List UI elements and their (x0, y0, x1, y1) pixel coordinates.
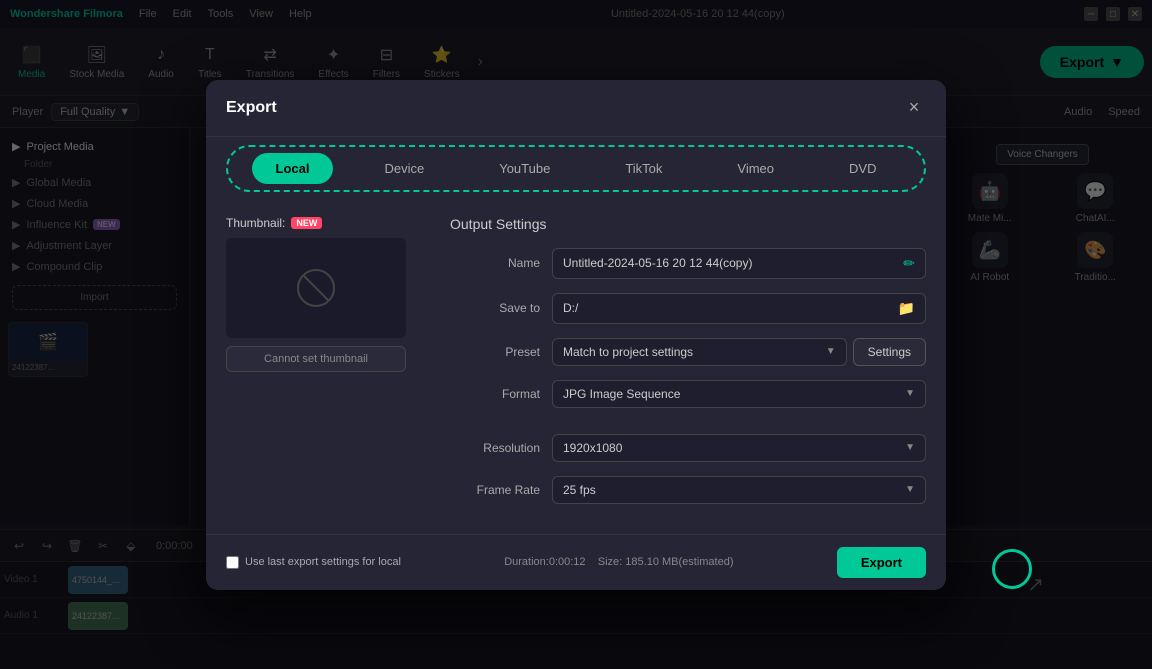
frame-rate-dropdown[interactable]: 25 fps ▼ (552, 476, 926, 504)
export-dialog-button[interactable]: Export (837, 547, 926, 578)
dialog-tabs-container: Local Device YouTube TikTok Vimeo DVD (206, 137, 946, 200)
save-to-label: Save to (450, 301, 540, 315)
resolution-label: Resolution (450, 441, 540, 455)
no-thumbnail-icon (296, 268, 336, 308)
name-label: Name (450, 256, 540, 270)
tab-local[interactable]: Local (252, 153, 334, 184)
preset-value: Match to project settings (563, 345, 693, 359)
preset-chevron-icon: ▼ (826, 346, 836, 357)
footer-info: Duration:0:00:12 Size: 185.10 MB(estimat… (504, 556, 733, 568)
checkbox-label-text: Use last export settings for local (245, 556, 401, 568)
cursor-arrow-icon: ↗ (1027, 572, 1044, 597)
tab-tiktok[interactable]: TikTok (601, 153, 686, 184)
set-thumbnail-button[interactable]: Cannot set thumbnail (226, 346, 406, 372)
resolution-value: 1920x1080 (563, 441, 622, 455)
name-value: Untitled-2024-05-16 20 12 44(copy) (563, 256, 752, 270)
resolution-chevron-icon: ▼ (905, 442, 915, 453)
name-row: Name Untitled-2024-05-16 20 12 44(copy) … (450, 248, 926, 279)
tab-dvd[interactable]: DVD (825, 153, 900, 184)
tab-vimeo[interactable]: Vimeo (713, 153, 798, 184)
use-last-settings-checkbox[interactable] (226, 556, 239, 569)
format-row: Format JPG Image Sequence ▼ (450, 380, 926, 408)
frame-rate-label: Frame Rate (450, 483, 540, 497)
dialog-title: Export (226, 99, 277, 117)
format-value: JPG Image Sequence (563, 387, 680, 401)
frame-rate-row: Frame Rate 25 fps ▼ (450, 476, 926, 504)
dialog-header: Export × (206, 80, 946, 137)
save-to-value: D:/ (563, 301, 578, 315)
dialog-body: Thumbnail: NEW Cannot set thumbnail Outp… (206, 200, 946, 534)
preset-row: Preset Match to project settings ▼ Setti… (450, 338, 926, 366)
dialog-tabs: Local Device YouTube TikTok Vimeo DVD (226, 145, 926, 192)
thumbnail-preview (226, 238, 406, 338)
dialog-footer: Use last export settings for local Durat… (206, 534, 946, 590)
resolution-row: Resolution 1920x1080 ▼ (450, 434, 926, 462)
use-last-settings-checkbox-label[interactable]: Use last export settings for local (226, 556, 401, 569)
export-dialog: Export × Local Device YouTube TikTok Vim… (206, 80, 946, 590)
frame-rate-chevron-icon: ▼ (905, 484, 915, 495)
thumbnail-section: Thumbnail: NEW Cannot set thumbnail (226, 216, 426, 518)
footer-left: Use last export settings for local (226, 556, 401, 569)
cursor-hint (992, 549, 1032, 589)
save-to-input[interactable]: D:/ 📁 (552, 293, 926, 324)
preset-dropdown[interactable]: Match to project settings ▼ (552, 338, 847, 366)
resolution-dropdown[interactable]: 1920x1080 ▼ (552, 434, 926, 462)
name-input[interactable]: Untitled-2024-05-16 20 12 44(copy) ✏ (552, 248, 926, 279)
preset-label: Preset (450, 345, 540, 359)
tab-device[interactable]: Device (360, 153, 448, 184)
format-dropdown[interactable]: JPG Image Sequence ▼ (552, 380, 926, 408)
frame-rate-value: 25 fps (563, 483, 596, 497)
format-label: Format (450, 387, 540, 401)
settings-button[interactable]: Settings (853, 338, 926, 366)
duration-label: Duration:0:00:12 (504, 556, 585, 568)
save-to-row: Save to D:/ 📁 (450, 293, 926, 324)
format-chevron-icon: ▼ (905, 388, 915, 399)
new-badge: NEW (291, 217, 322, 229)
tab-youtube[interactable]: YouTube (475, 153, 574, 184)
edit-name-icon[interactable]: ✏ (903, 255, 915, 272)
output-settings-title: Output Settings (450, 216, 926, 232)
app-background: Wondershare Filmora File Edit Tools View… (0, 0, 1152, 669)
dialog-close-button[interactable]: × (902, 96, 926, 120)
thumbnail-label: Thumbnail: NEW (226, 216, 426, 230)
preset-dropdown-container: Match to project settings ▼ Settings (552, 338, 926, 366)
output-settings: Output Settings Name Untitled-2024-05-16… (450, 216, 926, 518)
folder-browse-icon[interactable]: 📁 (898, 300, 915, 317)
size-label: Size: 185.10 MB(estimated) (598, 556, 734, 568)
spacer (450, 422, 926, 434)
dialog-overlay: Export × Local Device YouTube TikTok Vim… (0, 0, 1152, 669)
